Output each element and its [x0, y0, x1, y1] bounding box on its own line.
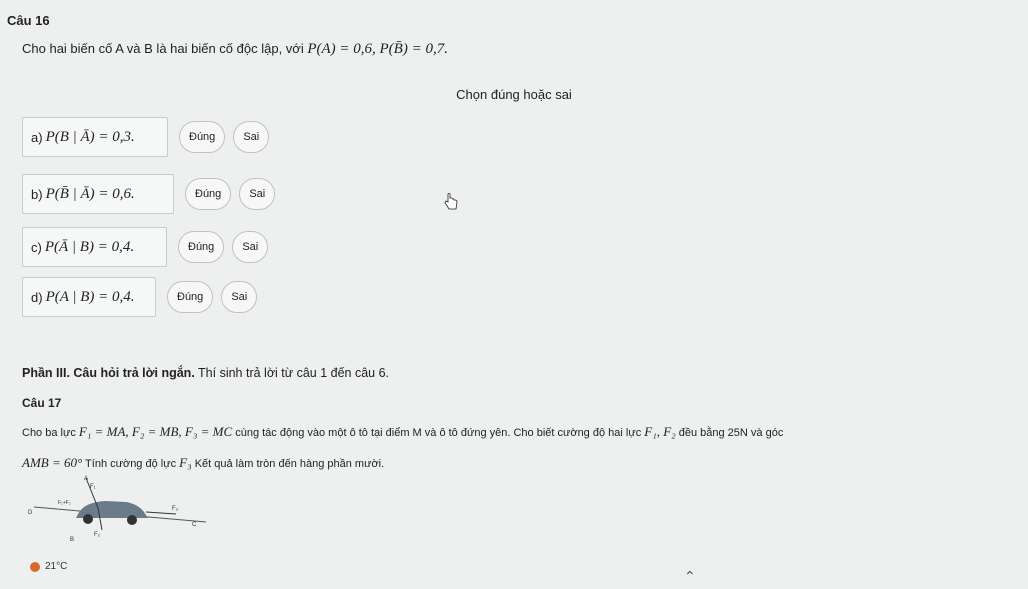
option-a-true-button[interactable]: Đúng [179, 121, 226, 153]
option-c-false-button[interactable]: Sai [232, 231, 269, 263]
option-d-true-button[interactable]: Đúng [167, 281, 214, 313]
q17-angle: AMB = 60° [22, 455, 83, 470]
option-a-false-button[interactable]: Sai [233, 121, 270, 153]
q17-text-4: Tính cường độ lực [85, 458, 177, 470]
part3-instructions: Phần III. Câu hỏi trả lời ngắn. Thí sinh… [22, 366, 389, 380]
q17-text-3: đều bằng 25N và góc [678, 427, 784, 439]
q17-vectors-f1-f2: F₁, F₂ [644, 424, 676, 439]
option-d: d) P(A | B) = 0,4. Đúng Sai [22, 277, 258, 317]
option-a-math: P(B | Ā) = 0,3. [45, 128, 135, 145]
q17-line-2: AMB = 60° Tính cường độ lực F₃ Kết quả l… [22, 455, 384, 471]
option-d-label: d) [31, 289, 43, 305]
q17-vector-f3: F₃ [179, 455, 192, 470]
option-c-statement: c) P(Ā | B) = 0,4. [22, 227, 167, 267]
q17-line-1: Cho ba lực F₁ = MA, F₂ = MB, F₃ = MC cùn… [22, 424, 783, 440]
option-b-label: b) [31, 186, 43, 202]
figure-label-f1-plus-f2: F₁+F₂ [58, 500, 71, 506]
part3-heading: Phần III. Câu hỏi trả lời ngắn. [22, 366, 195, 380]
option-d-math: P(A | B) = 0,4. [45, 288, 135, 305]
figure-label-a: A [84, 476, 88, 482]
q17-text-1: Cho ba lực [22, 427, 76, 439]
car-force-diagram: A F₁ F₁+F₂ F₃ D C F₂ B [28, 476, 207, 543]
weather-icon [30, 561, 40, 572]
option-c-label: c) [31, 239, 42, 255]
q16-statement: Cho hai biến cố A và B là hai biến cố độ… [22, 41, 448, 58]
figure-label-c: C [192, 522, 197, 528]
part3-text: Thí sinh trả lời từ câu 1 đến câu 6. [198, 366, 390, 380]
q17-title: Câu 17 [22, 396, 62, 410]
figure-label-f1: F₁ [90, 484, 96, 490]
temperature-text: 21°C [45, 561, 68, 572]
taskbar-weather[interactable]: 21°C [30, 561, 67, 572]
option-d-false-button[interactable]: Sai [221, 281, 258, 313]
option-a-statement: a) P(B | Ā) = 0,3. [22, 117, 168, 157]
figure-label-f3: F₃ [172, 506, 179, 512]
chevron-up-icon[interactable]: ⌃ [684, 568, 696, 585]
figure-label-d: D [28, 510, 33, 516]
option-a-label: a) [31, 129, 43, 145]
option-b-false-button[interactable]: Sai [239, 178, 276, 210]
option-b-math: P(B̄ | Ā) = 0,6. [45, 185, 135, 202]
figure-label-b: B [70, 537, 74, 543]
q16-intro: Cho hai biến cố A và B là hai biến cố độ… [22, 41, 304, 56]
option-b-statement: b) P(B̄ | Ā) = 0,6. [22, 174, 174, 214]
option-a: a) P(B | Ā) = 0,3. Đúng Sai [22, 117, 270, 157]
option-c-true-button[interactable]: Đúng [178, 231, 225, 263]
option-b: b) P(B̄ | Ā) = 0,6. Đúng Sai [22, 174, 276, 214]
q17-text-2: cùng tác động vào một ô tô tại điểm M và… [235, 427, 642, 439]
option-b-true-button[interactable]: Đúng [185, 178, 232, 210]
q16-given: P(A) = 0,6, P(B̄) = 0,7. [307, 41, 448, 57]
true-false-prompt: Chọn đúng hoặc sai [456, 87, 572, 102]
option-c-math: P(Ā | B) = 0,4. [44, 238, 135, 255]
q16-title: Câu 16 [7, 13, 50, 28]
option-d-statement: d) P(A | B) = 0,4. [22, 277, 156, 317]
q17-vectors: F₁ = MA, F₂ = MB, F₃ = MC [78, 424, 233, 439]
hand-cursor-icon [444, 193, 458, 210]
q17-text-5: Kết quả làm tròn đến hàng phần mười. [194, 458, 385, 470]
figure-label-f2: F₂ [94, 532, 101, 538]
option-c: c) P(Ā | B) = 0,4. Đúng Sai [22, 227, 269, 267]
